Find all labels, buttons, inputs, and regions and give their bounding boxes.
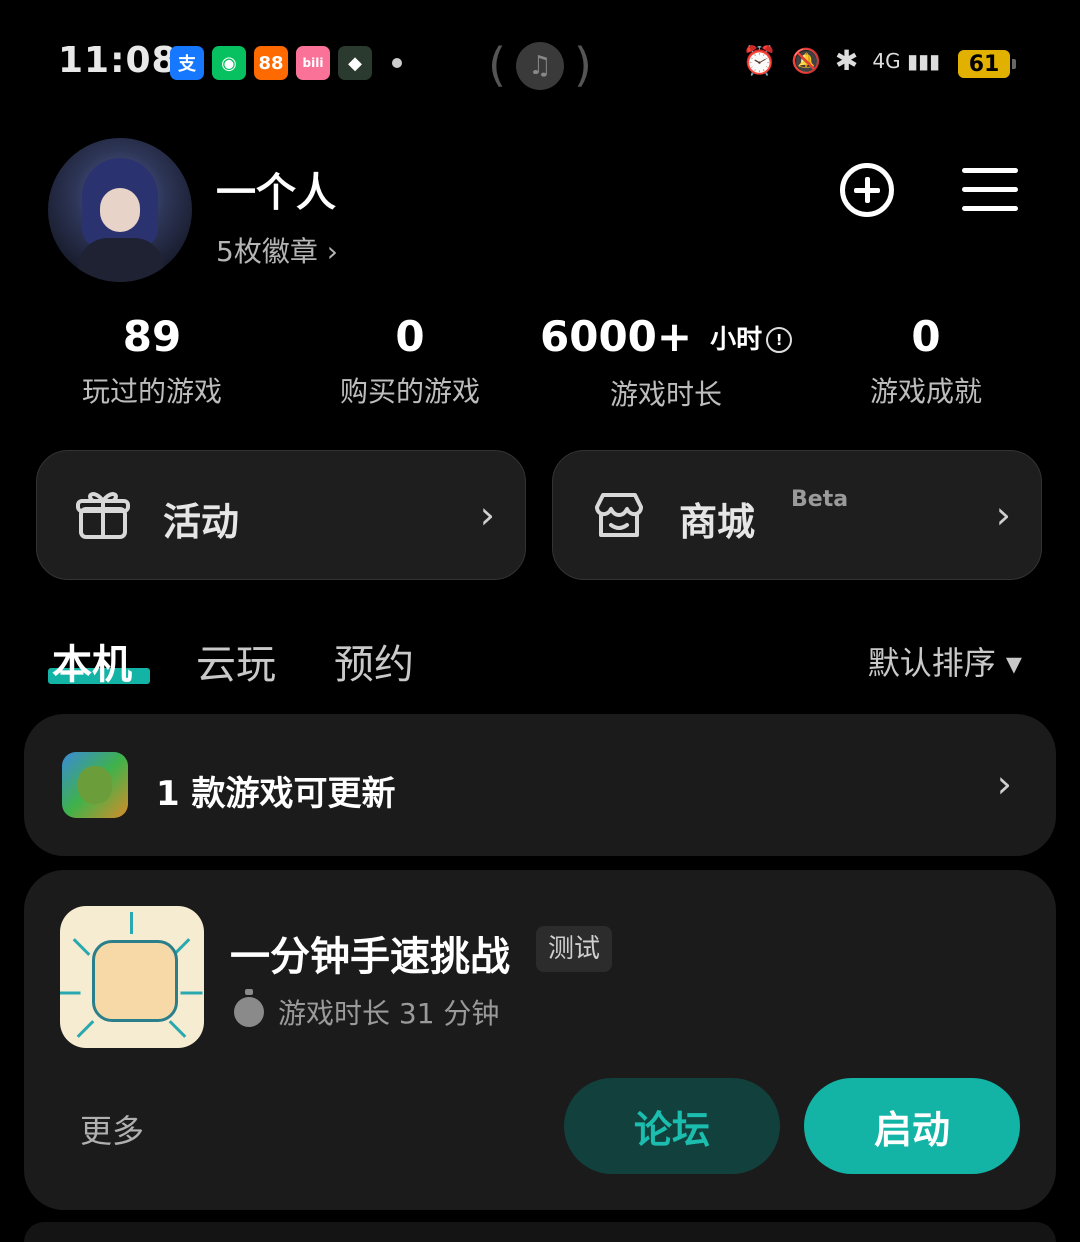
- notification-icons: 支 ◉ 88 bili ◆: [170, 46, 402, 80]
- gift-icon: [76, 492, 130, 539]
- ray: [180, 991, 203, 995]
- forum-button[interactable]: 论坛: [564, 1078, 780, 1174]
- stat-label: 游戏时长: [610, 377, 723, 411]
- chevron-right-icon: ›: [996, 762, 1012, 806]
- game-title[interactable]: 一分钟手速挑战: [230, 924, 510, 982]
- stat-unit: 小时: [710, 324, 763, 355]
- update-bar[interactable]: 1 款游戏可更新 ›: [24, 714, 1056, 856]
- stat-playtime[interactable]: 6000+ 小时! 游戏时长: [540, 312, 820, 413]
- ray: [168, 1020, 187, 1038]
- stopwatch-icon: [234, 989, 264, 1027]
- stat-label: 玩过的游戏: [81, 375, 222, 408]
- alipay-icon: 支: [170, 46, 204, 80]
- update-text: 1 款游戏可更新: [156, 774, 396, 814]
- music-note-icon: ♫: [516, 42, 564, 90]
- activity-card[interactable]: 活动 ›: [36, 450, 526, 580]
- signal-icon: 4G ▮▮▮: [872, 48, 940, 73]
- music-paren-left: (: [488, 38, 506, 92]
- menu-icon-line: [962, 206, 1018, 211]
- store-icon: [595, 493, 643, 537]
- chevron-right-icon: ›: [995, 493, 1011, 537]
- tab-local[interactable]: 本机: [52, 632, 132, 690]
- bluetooth-icon: ✱: [834, 44, 859, 77]
- ray: [76, 1020, 95, 1038]
- stat-label: 购买的游戏: [339, 375, 480, 408]
- next-card-edge: [24, 1222, 1056, 1242]
- music-indicator[interactable]: ( ♫ ): [488, 38, 592, 92]
- playtime-row: 游戏时长 31 分钟: [234, 989, 500, 1032]
- more-button[interactable]: 更多: [80, 1106, 144, 1152]
- stat-achievements[interactable]: 0 游戏成就: [816, 312, 1036, 410]
- plus-icon-v: [864, 177, 870, 203]
- badges-link[interactable]: 5枚徽章 ›: [216, 230, 338, 270]
- stat-value: 6000+: [540, 312, 693, 361]
- activity-label: 活动: [163, 500, 240, 544]
- game-thumbnail: [62, 752, 128, 818]
- store-card[interactable]: 商城 Beta ›: [552, 450, 1042, 580]
- system-icons: ⏰ 🔕 ✱ 4G ▮▮▮: [742, 44, 940, 77]
- test-tag: 测试: [536, 926, 613, 972]
- info-icon[interactable]: !: [766, 326, 793, 353]
- alarm-icon: ⏰: [742, 44, 778, 77]
- battery-indicator: 61: [958, 50, 1016, 78]
- avatar[interactable]: [48, 138, 192, 282]
- tab-reservation[interactable]: 预约: [334, 632, 414, 690]
- username[interactable]: 一个人: [216, 160, 336, 218]
- ray: [60, 991, 81, 995]
- menu-icon-line: [962, 187, 1018, 192]
- add-button[interactable]: [840, 163, 894, 217]
- beta-badge: Beta: [791, 487, 849, 512]
- stat-label: 游戏成就: [869, 375, 982, 408]
- app-green-icon: ◆: [338, 46, 372, 80]
- chevron-right-icon: ›: [479, 493, 495, 537]
- wechat-icon: ◉: [212, 46, 246, 80]
- mute-icon: 🔕: [791, 46, 821, 75]
- stat-value: 0: [395, 312, 425, 361]
- music-paren-right: ): [574, 38, 592, 92]
- ray: [130, 912, 133, 934]
- stat-value: 89: [122, 312, 182, 361]
- start-button[interactable]: 启动: [804, 1078, 1020, 1174]
- ray: [72, 938, 91, 956]
- sort-dropdown[interactable]: 默认排序 ▾: [868, 638, 1022, 684]
- avatar-face: [100, 188, 140, 232]
- menu-icon-line: [962, 168, 1018, 173]
- playtime-text: 游戏时长 31 分钟: [278, 997, 500, 1030]
- status-time: 11:08: [58, 40, 178, 81]
- bilibili-icon: bili: [296, 46, 330, 80]
- stat-played-games[interactable]: 89 玩过的游戏: [42, 312, 262, 410]
- app-orange-icon: 88: [254, 46, 288, 80]
- store-label: 商城: [679, 500, 756, 544]
- fist-icon: [92, 940, 178, 1022]
- stat-purchased-games[interactable]: 0 购买的游戏: [300, 312, 520, 410]
- game-card[interactable]: 一分钟手速挑战 测试 游戏时长 31 分钟 更多 论坛 启动: [24, 870, 1056, 1210]
- avatar-body: [78, 238, 164, 282]
- game-icon[interactable]: [60, 906, 204, 1048]
- more-notifications-dot: [392, 58, 402, 68]
- stat-value: 0: [911, 312, 941, 361]
- menu-button[interactable]: [962, 168, 1018, 216]
- tab-cloud[interactable]: 云玩: [196, 632, 276, 690]
